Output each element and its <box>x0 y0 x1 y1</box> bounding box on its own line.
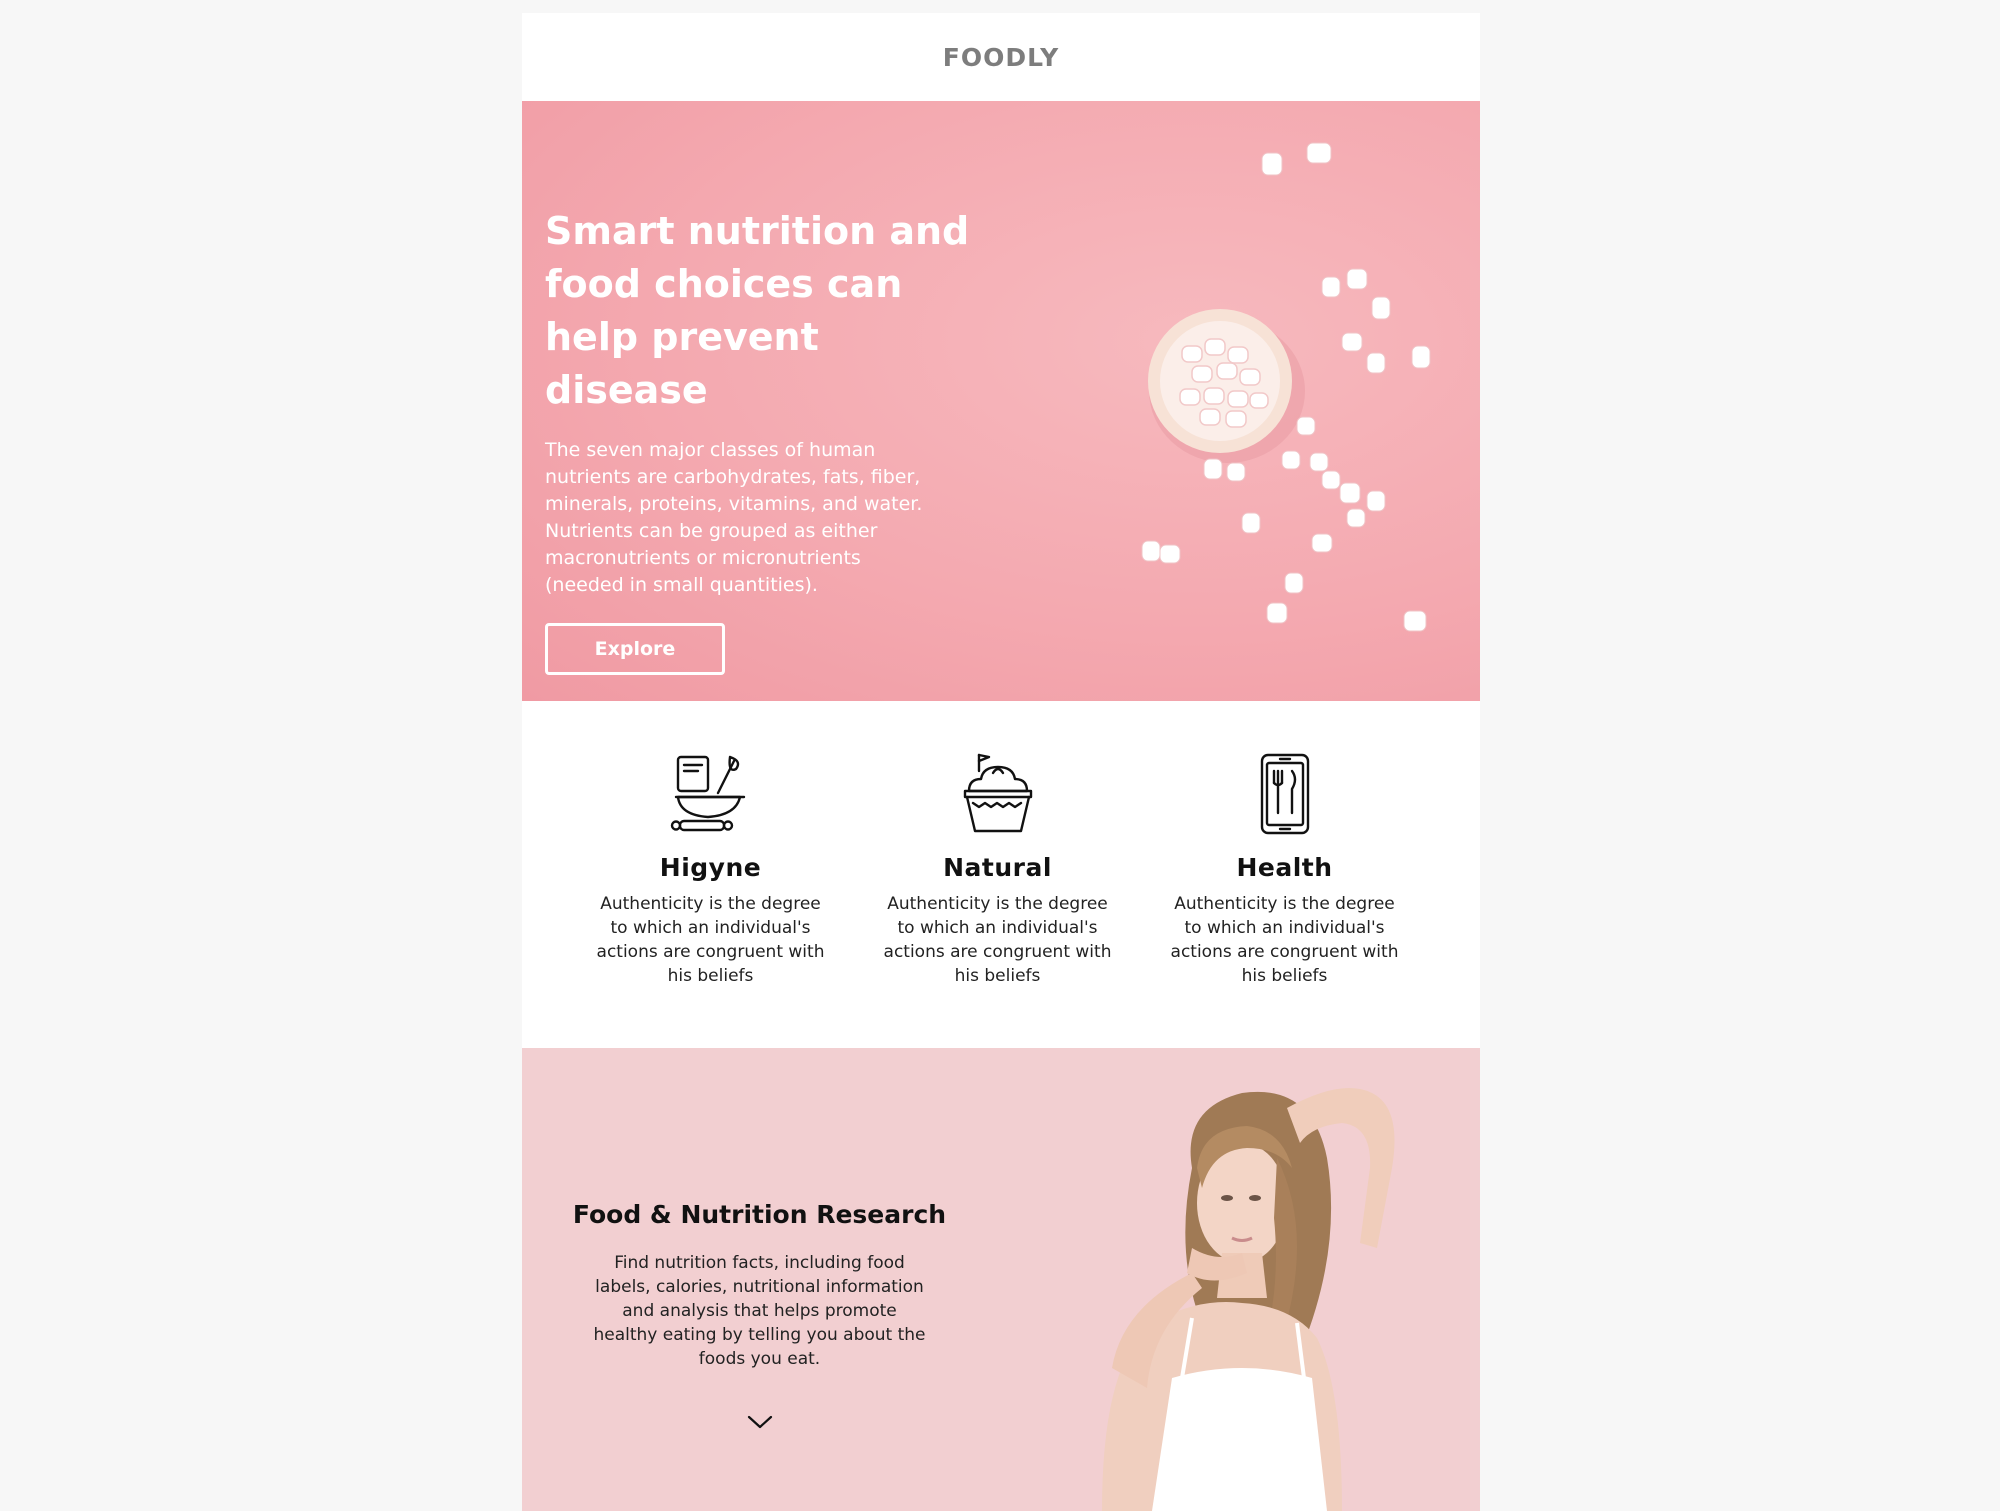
research-description-line: and analysis that helps promote <box>622 1301 897 1321</box>
feature-text-line: to which an individual's <box>610 918 811 938</box>
hero-description-line: (needed in small quantities). <box>545 574 818 596</box>
woman-portrait-image <box>1102 1088 1395 1511</box>
feature-title: Higyne <box>659 853 762 882</box>
research-section: Food & Nutrition Research Find nutrition… <box>522 1048 1480 1511</box>
feature-text-line: actions are congruent with <box>596 942 825 962</box>
hero-description: The seven major classes of human nutrien… <box>545 437 985 599</box>
explore-button[interactable]: Explore <box>545 623 725 675</box>
feature-text: Authenticity is the degree to which an i… <box>1152 892 1417 988</box>
research-title: Food & Nutrition Research <box>572 1200 947 1229</box>
feature-text: Authenticity is the degree to which an i… <box>578 892 843 988</box>
feature-text-line: his beliefs <box>1241 966 1328 986</box>
hero-title: Smart nutrition and food choices can hel… <box>545 205 985 417</box>
feature-higyne: Higyne Authenticity is the degree to whi… <box>578 751 843 988</box>
research-description-line: labels, calories, nutritional informatio… <box>595 1277 924 1297</box>
logo[interactable]: FOODLY <box>943 43 1059 72</box>
feature-text-line: actions are congruent with <box>1170 942 1399 962</box>
hero-title-line: Smart nutrition and <box>545 209 970 253</box>
hero-description-line: minerals, proteins, vitamins, and water. <box>545 493 923 515</box>
hero-description-line: nutrients are carbohydrates, fats, fiber… <box>545 466 921 488</box>
features-section: Higyne Authenticity is the degree to whi… <box>522 701 1480 1048</box>
hero-description-line: The seven major classes of human <box>545 439 876 461</box>
hero-description-line: macronutrients or micronutrients <box>545 547 861 569</box>
feature-text: Authenticity is the degree to which an i… <box>865 892 1130 988</box>
hero-banner: Smart nutrition and food choices can hel… <box>522 101 1480 701</box>
feature-text-line: Authenticity is the degree <box>600 894 821 914</box>
research-text: Food & Nutrition Research Find nutrition… <box>562 1200 957 1431</box>
hero-title-line: food choices can <box>545 262 903 306</box>
research-description-line: Find nutrition facts, including food <box>614 1253 905 1273</box>
chevron-down-icon[interactable] <box>746 1413 774 1431</box>
feature-title: Health <box>1236 853 1333 882</box>
header: FOODLY <box>522 13 1480 101</box>
hero-description-line: Nutrients can be grouped as either <box>545 520 878 542</box>
feature-health: Health Authenticity is the degree to whi… <box>1152 751 1417 988</box>
phone-restaurant-icon <box>1260 753 1309 835</box>
feature-text-line: his beliefs <box>667 966 754 986</box>
feature-title: Natural <box>943 853 1052 882</box>
email-page: FOODLY Smart nutrition and food choices … <box>522 13 1480 1511</box>
feature-text-line: his beliefs <box>954 966 1041 986</box>
feature-text-line: to which an individual's <box>897 918 1098 938</box>
feature-text-line: Authenticity is the degree <box>887 894 1108 914</box>
cupcake-icon <box>963 753 1032 833</box>
research-description-line: foods you eat. <box>698 1349 821 1369</box>
feature-text-line: actions are congruent with <box>883 942 1112 962</box>
baking-bowl-whisk-icon <box>670 755 745 832</box>
feature-natural: Natural Authenticity is the degree to wh… <box>865 751 1130 988</box>
feature-text-line: to which an individual's <box>1184 918 1385 938</box>
hero-title-line: help prevent disease <box>545 315 819 412</box>
feature-text-line: Authenticity is the degree <box>1174 894 1395 914</box>
hero-text: Smart nutrition and food choices can hel… <box>545 205 985 675</box>
marshmallow-bowl-image <box>1141 142 1431 632</box>
research-description-line: healthy eating by telling you about the <box>593 1325 926 1345</box>
research-description: Find nutrition facts, including food lab… <box>562 1251 957 1371</box>
